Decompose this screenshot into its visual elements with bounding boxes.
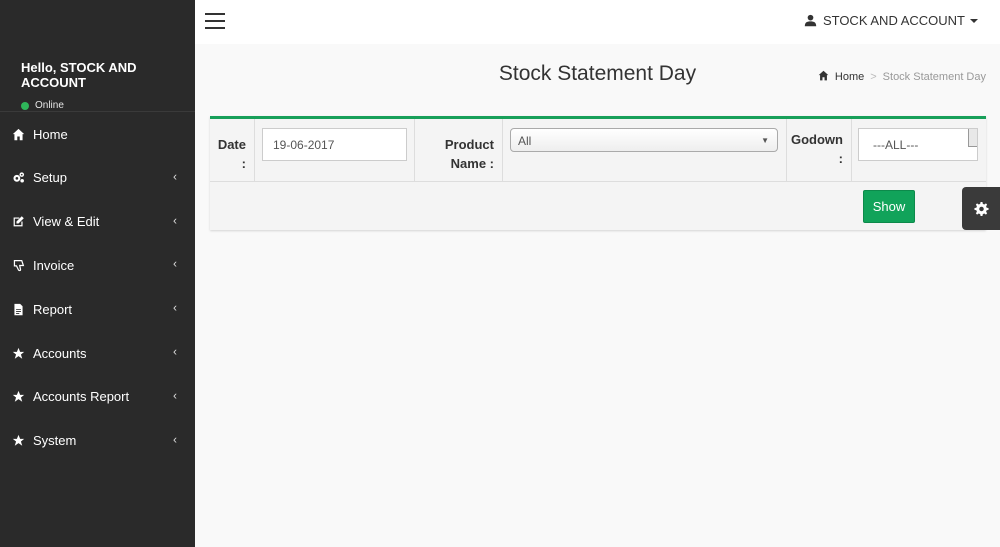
product-label-text: Product	[444, 137, 494, 152]
home-icon	[818, 70, 835, 84]
sidebar-item-label: Home	[33, 126, 68, 142]
thumbs-down-icon	[11, 258, 25, 272]
star-icon	[11, 346, 25, 360]
godown-select-value: ---ALL---	[873, 138, 919, 152]
sidebar-item-label: System	[33, 433, 77, 449]
user-greeting: Hello, STOCK AND ACCOUNT	[21, 60, 137, 90]
settings-gear-tab[interactable]	[962, 187, 1000, 230]
chevron-left-icon: ‹	[173, 169, 177, 184]
product-select-value: All	[518, 134, 532, 148]
godown-scrollbar[interactable]	[968, 129, 977, 147]
breadcrumb-separator: >	[870, 71, 877, 83]
file-icon	[11, 302, 25, 316]
sidebar-item-label: Accounts Report	[33, 389, 130, 405]
user-icon	[804, 14, 817, 27]
sidebar-menu: Home Setup ‹ View & Edit ‹ Invoice ‹ Rep…	[0, 112, 195, 463]
user-account-menu[interactable]: STOCK AND ACCOUNT	[804, 13, 978, 28]
sidebar-item-label: View & Edit	[33, 214, 100, 230]
top-navbar: STOCK AND ACCOUNT	[195, 0, 1000, 44]
godown-label-colon: :	[838, 151, 843, 166]
dropdown-arrow-icon: ▼	[761, 136, 769, 145]
godown-label: Godown :	[791, 130, 843, 168]
menu-toggle-icon[interactable]	[205, 13, 225, 29]
star-icon	[11, 434, 25, 448]
user-panel: Hello, STOCK AND ACCOUNT Online	[0, 0, 195, 112]
star-icon	[11, 390, 25, 404]
sidebar-item-system[interactable]: System ‹	[0, 419, 195, 463]
chevron-left-icon: ‹	[173, 344, 177, 359]
product-select-cell: All ▼	[503, 119, 787, 182]
sidebar-item-accounts-report[interactable]: Accounts Report ‹	[0, 375, 195, 419]
chevron-left-icon: ‹	[173, 388, 177, 403]
user-name: STOCK AND ACCOUNT	[822, 13, 965, 28]
chevron-left-icon: ‹	[173, 213, 177, 228]
godown-label-text: Godown	[791, 132, 843, 147]
product-label-colon: Name :	[450, 156, 494, 171]
sidebar-item-view-edit[interactable]: View & Edit ‹	[0, 200, 195, 244]
sidebar-item-label: Invoice	[33, 257, 75, 273]
caret-down-icon	[970, 18, 978, 23]
chevron-left-icon: ‹	[173, 432, 177, 447]
gear-icon	[973, 201, 989, 216]
godown-label-cell: Godown :	[787, 119, 852, 182]
sidebar-item-label: Report	[33, 301, 73, 317]
status-label: Online	[35, 100, 64, 111]
date-label: Date :	[218, 135, 246, 173]
cogs-icon	[11, 171, 25, 185]
show-button[interactable]: Show	[863, 190, 915, 223]
sidebar: Hello, STOCK AND ACCOUNT Online Home Set…	[0, 0, 195, 547]
filter-box: Date : 19-06-2017 Product Name : All ▼ G…	[210, 116, 986, 230]
online-status-dot	[21, 101, 29, 110]
date-input-cell: 19-06-2017	[255, 119, 415, 182]
main-content: Stock Statement Day Home > Stock Stateme…	[195, 44, 1000, 547]
sidebar-item-setup[interactable]: Setup ‹	[0, 156, 195, 200]
sidebar-item-home[interactable]: Home	[0, 112, 195, 156]
sidebar-item-accounts[interactable]: Accounts ‹	[0, 331, 195, 375]
chevron-left-icon: ‹	[173, 300, 177, 315]
date-input[interactable]: 19-06-2017	[262, 128, 407, 161]
user-status: Online	[21, 100, 195, 111]
filter-row: Date : 19-06-2017 Product Name : All ▼ G…	[210, 119, 986, 182]
sidebar-item-report[interactable]: Report ‹	[0, 287, 195, 331]
godown-select-cell: ---ALL---	[852, 119, 986, 182]
date-label-text: Date	[217, 137, 246, 152]
chevron-left-icon: ‹	[173, 257, 177, 272]
product-label: Product Name :	[445, 135, 494, 173]
breadcrumb-current: Stock Statement Day	[882, 71, 986, 83]
breadcrumb: Home > Stock Statement Day	[818, 70, 986, 84]
sidebar-item-label: Accounts	[33, 345, 87, 361]
date-label-cell: Date :	[210, 119, 255, 182]
product-name-select[interactable]: All ▼	[510, 128, 778, 152]
godown-select[interactable]: ---ALL---	[858, 128, 978, 161]
edit-icon	[11, 215, 25, 229]
sidebar-item-label: Setup	[33, 170, 67, 186]
breadcrumb-home-link[interactable]: Home	[835, 71, 864, 83]
product-label-cell: Product Name :	[415, 119, 503, 182]
date-label-colon: :	[241, 156, 246, 171]
home-icon	[11, 127, 25, 141]
sidebar-item-invoice[interactable]: Invoice ‹	[0, 244, 195, 288]
